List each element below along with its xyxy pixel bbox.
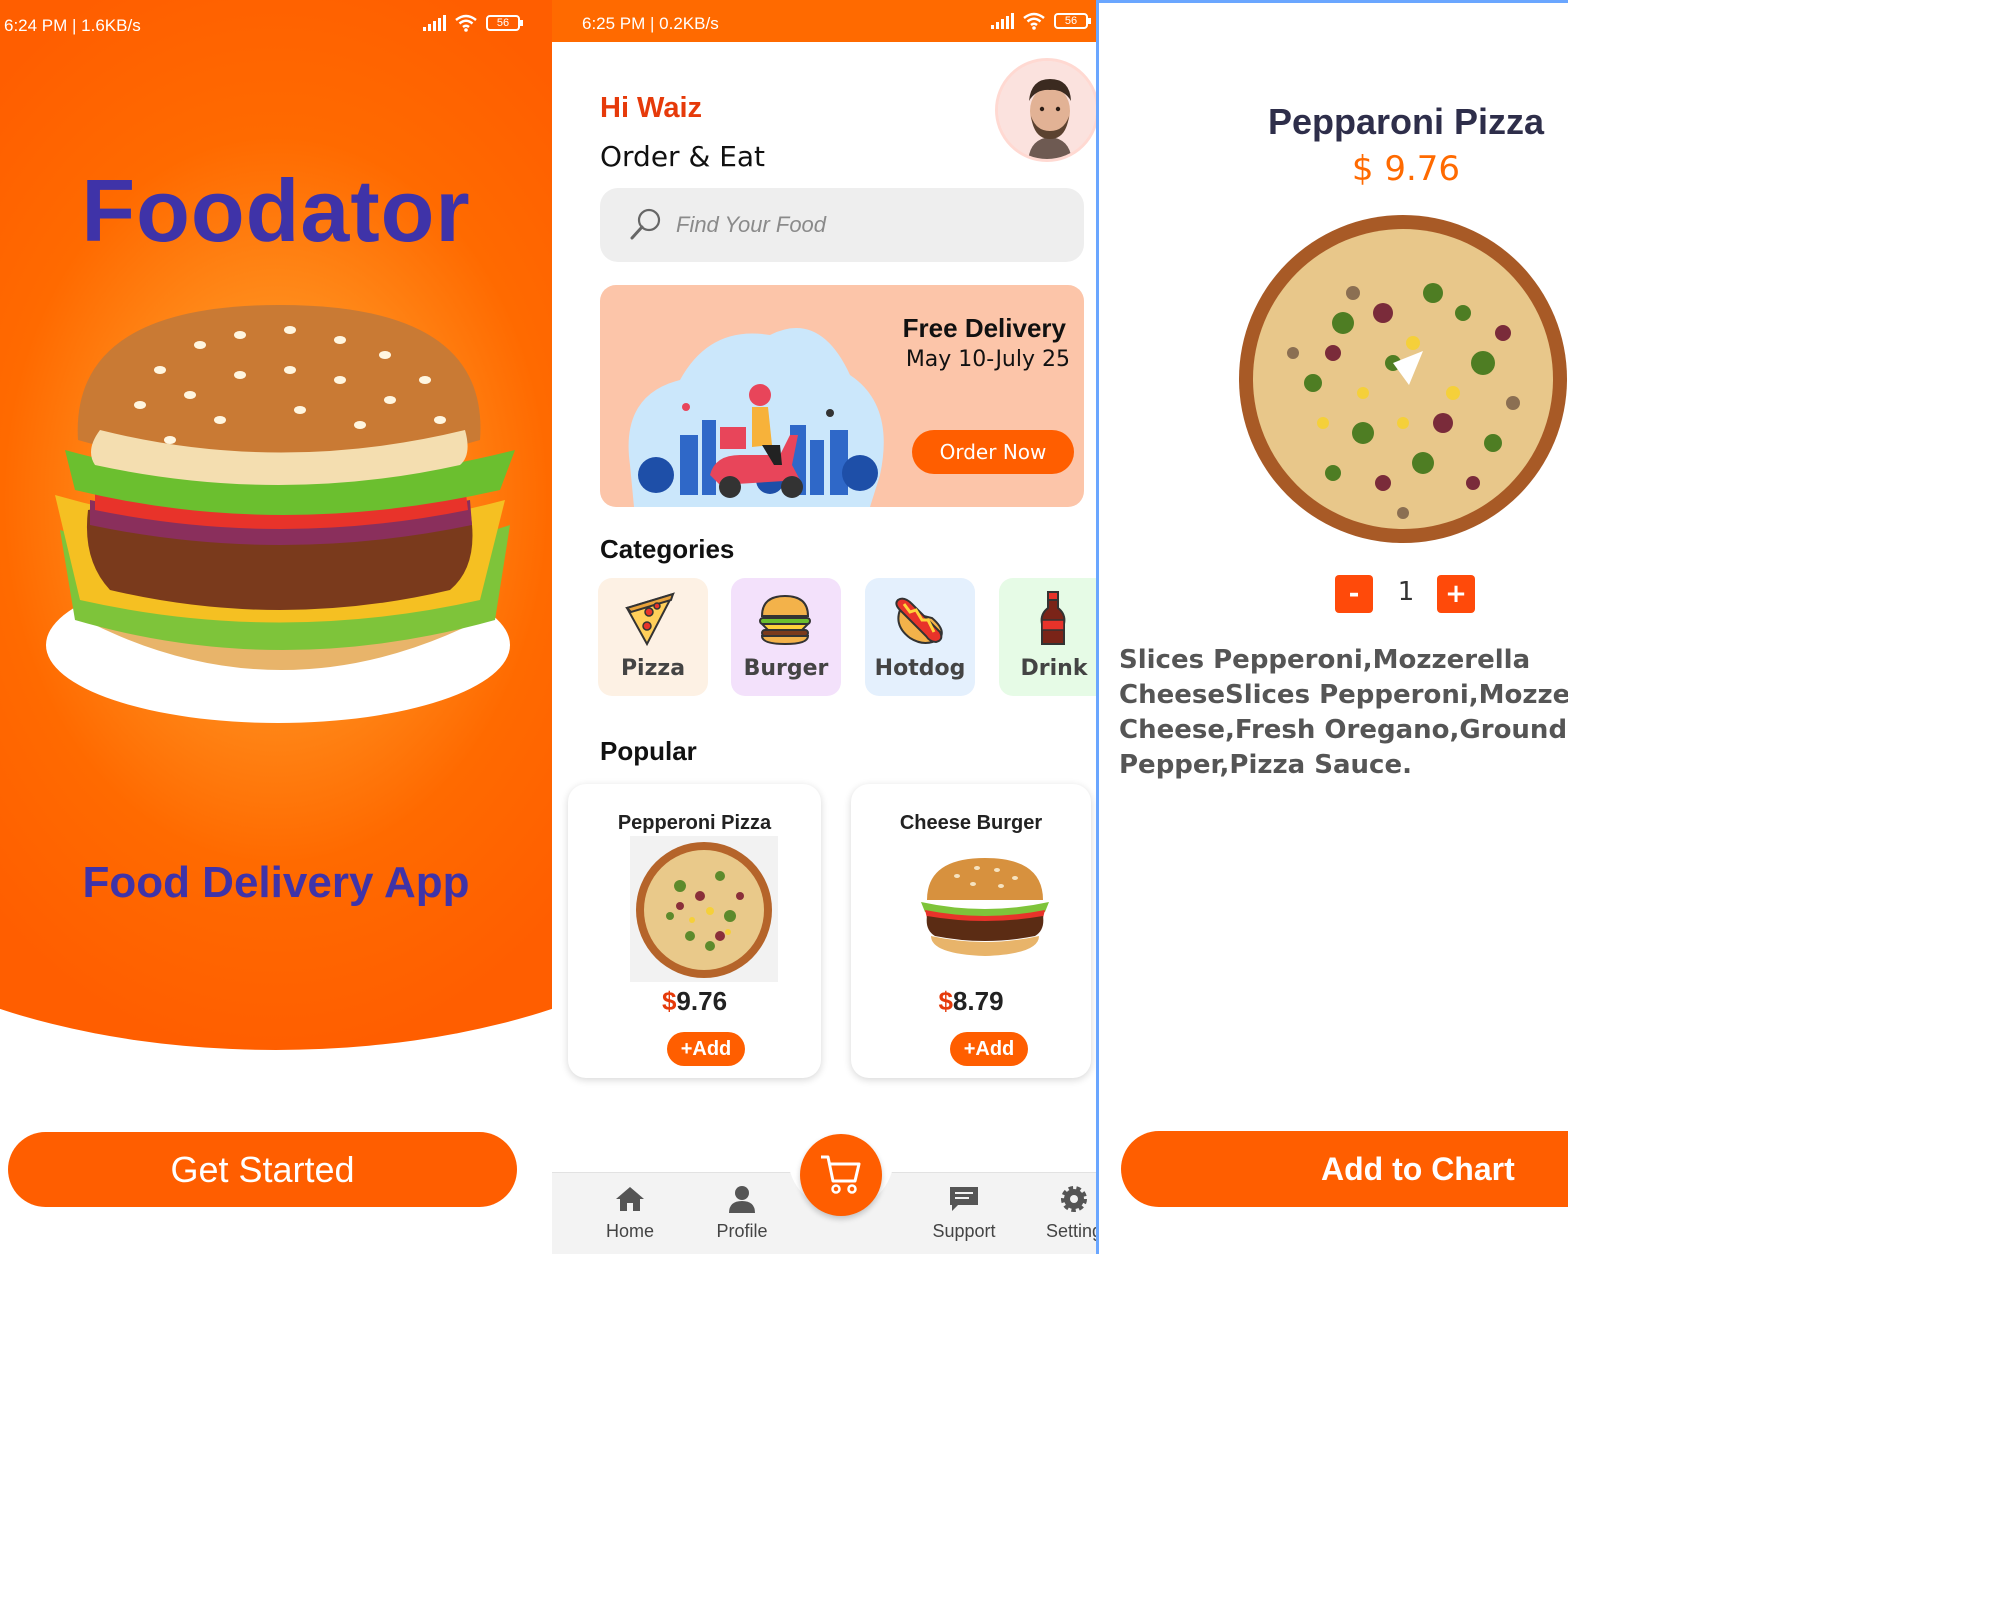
pizza-image <box>1239 215 1567 543</box>
status-bar: 6:24 PM | 1.6KB/s 56 <box>0 0 552 52</box>
avatar[interactable] <box>995 58 1096 162</box>
product-description: Slices Pepperoni,Mozzerella CheeseSlices… <box>1119 643 1568 783</box>
wifi-icon <box>455 14 477 32</box>
splash-screen: 6:24 PM | 1.6KB/s 56 Foodator Food Deliv… <box>0 0 552 1254</box>
nav-setting[interactable]: Setting <box>1024 1185 1096 1242</box>
price-value: 9.76 <box>676 986 728 1016</box>
popular-item-cheese-burger[interactable]: Cheese Burger $8.79 +Add <box>851 784 1091 1078</box>
promo-banner: Free Delivery May 10-July 25 Order Now <box>600 285 1084 507</box>
popular-item-pepperoni-pizza[interactable]: Pepperoni Pizza $9.76 +Add <box>568 784 821 1078</box>
signal-icon <box>423 15 446 31</box>
hotdog-icon <box>895 597 943 644</box>
categories-title: Categories <box>600 534 735 564</box>
battery-icon: 56 <box>1054 13 1091 29</box>
greeting-subtitle: Order & Eat <box>600 140 766 173</box>
promo-title: Free Delivery <box>902 313 1066 343</box>
home-screen: 6:25 PM | 0.2KB/s 56 Hi Waiz Order & Eat <box>552 0 1096 1254</box>
soda-bottle-icon <box>1040 591 1066 645</box>
product-price: $ 9.76 <box>1351 149 1461 189</box>
description-line: CheeseSlices Pepperoni,Mozzerella <box>1119 680 1568 710</box>
status-icons: 56 <box>991 12 1091 30</box>
category-label: Hotdog <box>874 656 966 681</box>
quantity-increase-button[interactable]: + <box>1437 575 1475 613</box>
category-pizza[interactable]: Pizza <box>598 578 708 696</box>
item-name: Cheese Burger <box>899 812 1043 834</box>
nav-label: Support <box>932 1221 996 1241</box>
product-title: Pepparoni Pizza <box>1267 101 1545 142</box>
signal-icon <box>991 13 1014 29</box>
battery-icon: 56 <box>486 15 523 31</box>
popular-title: Popular <box>600 736 697 766</box>
search-icon <box>630 208 661 240</box>
cart-button[interactable] <box>800 1134 882 1216</box>
get-started-button[interactable]: Get Started <box>8 1132 517 1207</box>
category-hotdog[interactable]: Hotdog <box>865 578 975 696</box>
chat-icon <box>950 1187 978 1211</box>
category-burger[interactable]: Burger <box>731 578 841 696</box>
delivery-scooter-illustration <box>628 328 884 507</box>
app-tagline: Food Delivery App <box>82 858 470 907</box>
nav-label: Setting <box>1045 1221 1096 1241</box>
greeting-title: Hi Waiz <box>600 92 703 124</box>
item-name: Pepperoni Pizza <box>617 812 772 834</box>
description-line: Cheese,Fresh Oregano,Ground Black <box>1119 715 1568 745</box>
status-icons: 56 <box>423 14 523 32</box>
search-bar[interactable] <box>600 188 1084 262</box>
wifi-icon <box>1023 12 1045 30</box>
nav-support[interactable]: Support <box>914 1185 1014 1242</box>
add-to-cart-button[interactable]: Add to Chart <box>1121 1131 1568 1207</box>
app-brand-title: Foodator <box>81 161 471 260</box>
currency-symbol: $ <box>938 986 953 1016</box>
nav-label: Profile <box>716 1221 768 1241</box>
gear-icon <box>1061 1186 1087 1212</box>
category-drink[interactable]: Drink <box>999 578 1096 696</box>
nav-label: Home <box>605 1221 654 1241</box>
category-label: Pizza <box>620 656 686 681</box>
pizza-image <box>630 836 778 982</box>
promo-dates: May 10-July 25 <box>905 347 1070 372</box>
item-price: $9.76 <box>568 986 821 1017</box>
add-button[interactable]: +Add <box>667 1032 745 1066</box>
currency-symbol: $ <box>661 986 677 1016</box>
status-bar: 6:25 PM | 0.2KB/s 56 <box>552 0 1096 52</box>
description-line: Pepper,Pizza Sauce. <box>1119 750 1412 780</box>
product-detail-screen: Pepparoni Pizza $ 9.76 - 1 + Slices Pepp… <box>1096 0 1568 1254</box>
category-label: Burger <box>743 656 829 681</box>
description-line: Slices Pepperoni,Mozzerella <box>1119 645 1531 675</box>
add-button[interactable]: +Add <box>950 1032 1028 1066</box>
nav-profile[interactable]: Profile <box>692 1185 792 1242</box>
search-input[interactable] <box>676 206 1056 244</box>
pizza-slice-icon <box>625 592 675 647</box>
quantity-decrease-button[interactable]: - <box>1335 575 1373 613</box>
quantity-value: 1 <box>1397 577 1415 607</box>
price-value: 8.79 <box>952 986 1004 1016</box>
person-icon <box>729 1186 755 1213</box>
home-icon <box>616 1187 644 1211</box>
cart-icon <box>821 1155 861 1194</box>
category-label: Drink <box>1020 656 1088 681</box>
nav-home[interactable]: Home <box>580 1185 680 1242</box>
order-now-button[interactable]: Order Now <box>912 430 1074 474</box>
burger-image <box>921 858 1049 956</box>
burger-icon <box>759 594 811 646</box>
item-price: $8.79 <box>851 986 1091 1017</box>
status-time: 6:24 PM | 1.6KB/s <box>4 16 141 35</box>
user-face-icon <box>998 61 1096 159</box>
burger-illustration <box>46 305 515 723</box>
status-time: 6:25 PM | 0.2KB/s <box>582 14 719 33</box>
